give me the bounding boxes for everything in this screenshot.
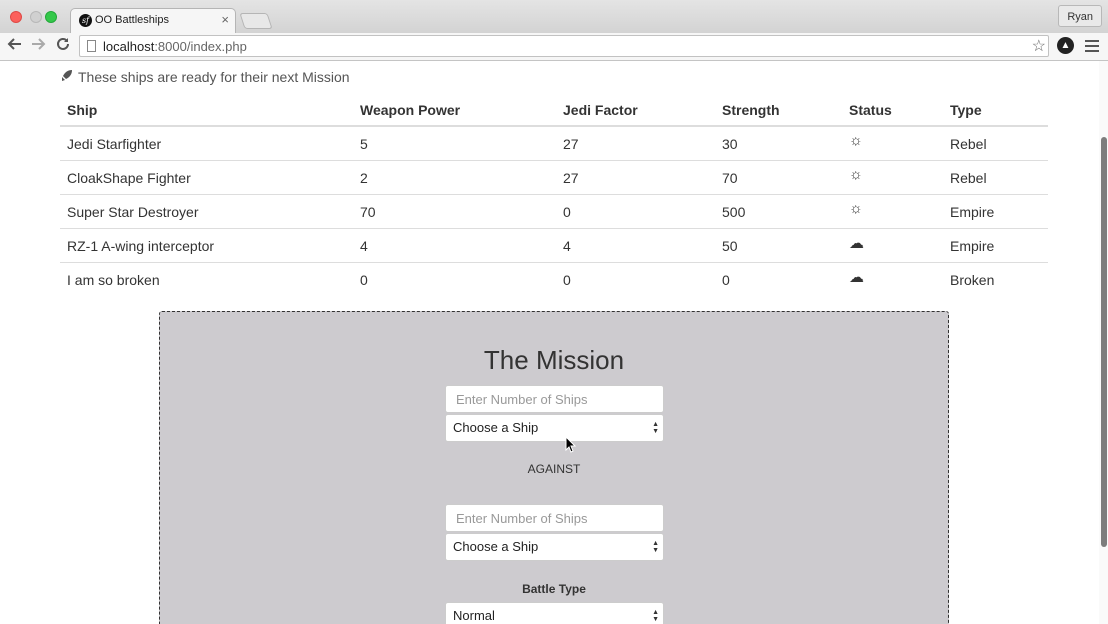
sun-icon: ☼ [849, 166, 863, 183]
header-weapon-power: Weapon Power [353, 94, 556, 127]
cell-type: Rebel [943, 160, 1048, 195]
scrollbar-thumb[interactable] [1101, 137, 1107, 547]
reload-icon[interactable] [53, 36, 73, 56]
sun-icon: ☼ [849, 200, 863, 217]
extension-flame-icon[interactable]: ▲ [1057, 37, 1074, 54]
ready-message: These ships are ready for their next Mis… [60, 69, 350, 85]
zoom-window-button[interactable] [45, 11, 57, 23]
url-text: localhost:8000/index.php [103, 39, 247, 54]
forward-arrow-icon[interactable] [28, 36, 48, 56]
battle-type-select[interactable]: Normal ▲ ▼ [445, 602, 664, 624]
ship1-quantity-input[interactable] [445, 385, 664, 413]
ships-table: Ship Weapon Power Jedi Factor Strength S… [60, 94, 1048, 296]
sun-icon: ☼ [849, 132, 863, 149]
ship1-select[interactable]: Choose a Ship ▲ ▼ [445, 414, 664, 442]
header-type: Type [943, 94, 1048, 127]
close-window-button[interactable] [10, 11, 22, 23]
select-arrows-icon: ▲ ▼ [652, 421, 659, 435]
cell-jedi-factor: 27 [556, 126, 715, 161]
mission-title: The Mission [483, 345, 625, 375]
cell-type: Rebel [943, 126, 1048, 161]
cloud-icon: ☁ [849, 268, 864, 286]
cell-strength: 50 [715, 228, 842, 263]
ship2-select[interactable]: Choose a Ship ▲ ▼ [445, 533, 664, 561]
profile-button[interactable]: Ryan [1058, 5, 1102, 27]
cell-ship: I am so broken [67, 271, 160, 288]
cell-weapon-power: 0 [360, 271, 368, 288]
cell-weapon-power: 5 [353, 126, 556, 161]
cell-status: ☁ [842, 263, 943, 297]
rocket-icon [60, 69, 73, 85]
table-row: Jedi Starfighter 5 27 30 ☼ Rebel [60, 126, 1048, 161]
cell-status: ☼ [842, 126, 943, 161]
cell-status: ☼ [842, 194, 943, 229]
ship2-quantity-input[interactable] [445, 504, 664, 532]
table-header-row: Ship Weapon Power Jedi Factor Strength S… [60, 94, 1048, 127]
battle-type-label: Battle Type [522, 582, 586, 596]
header-ship: Ship [60, 94, 353, 127]
menu-hamburger-icon[interactable] [1085, 37, 1099, 53]
against-label: AGAINST [527, 462, 581, 476]
address-bar[interactable]: localhost:8000/index.php ☆ [79, 35, 1049, 57]
cell-ship: RZ-1 A-wing interceptor [60, 228, 353, 263]
cell-ship: Jedi Starfighter [60, 126, 353, 161]
symfony-favicon-icon: sf [79, 14, 92, 27]
cell-jedi-factor: 0 [563, 271, 571, 288]
tab-close-icon[interactable]: × [221, 12, 229, 27]
cell-ship: CloakShape Fighter [60, 160, 353, 195]
header-jedi-factor: Jedi Factor [556, 94, 715, 127]
table-row: I am so broken 0 0 0 ☁ Broken [60, 263, 1048, 297]
page-icon [87, 40, 96, 52]
header-status: Status [842, 94, 943, 127]
cell-ship: Super Star Destroyer [60, 194, 353, 229]
browser-titlebar: sf OO Battleships × Ryan [0, 0, 1108, 33]
cell-weapon-power: 4 [353, 228, 556, 263]
cell-jedi-factor: 4 [556, 228, 715, 263]
cell-type: Broken [950, 271, 995, 288]
bookmark-star-icon[interactable]: ☆ [1032, 36, 1046, 56]
table-row: RZ-1 A-wing interceptor 4 4 50 ☁ Empire [60, 228, 1048, 263]
cell-type: Empire [943, 228, 1048, 263]
cell-strength: 0 [722, 271, 730, 288]
cell-strength: 70 [715, 160, 842, 195]
page-viewport: These ships are ready for their next Mis… [0, 61, 1108, 624]
minimize-window-button[interactable] [30, 11, 42, 23]
cell-status: ☁ [842, 228, 943, 263]
ship2-select-value: Choose a Ship [453, 539, 539, 554]
table-row: Super Star Destroyer 70 0 500 ☼ Empire [60, 194, 1048, 229]
cell-jedi-factor: 0 [556, 194, 715, 229]
cell-weapon-power: 70 [353, 194, 556, 229]
header-strength: Strength [715, 94, 842, 127]
cell-strength: 30 [715, 126, 842, 161]
page-scrollbar[interactable] [1099, 61, 1108, 624]
ready-text: These ships are ready for their next Mis… [78, 69, 350, 85]
battle-type-value: Normal [453, 608, 495, 623]
browser-tab[interactable]: sf OO Battleships × [70, 8, 236, 33]
ship1-select-value: Choose a Ship [453, 420, 539, 435]
cell-jedi-factor: 27 [556, 160, 715, 195]
browser-toolbar: localhost:8000/index.php ☆ ▲ [0, 33, 1108, 61]
cell-weapon-power: 2 [353, 160, 556, 195]
new-tab-button[interactable] [239, 13, 273, 29]
back-arrow-icon[interactable] [5, 36, 25, 56]
cell-strength: 500 [715, 194, 842, 229]
mission-panel: The Mission Choose a Ship ▲▼ AGAINST Cho… [159, 311, 949, 624]
select-arrows-icon: ▲ ▼ [652, 609, 659, 623]
select-arrows-icon: ▲ ▼ [652, 540, 659, 554]
cell-status: ☼ [842, 160, 943, 195]
cell-type: Empire [943, 194, 1048, 229]
cloud-icon: ☁ [849, 234, 864, 252]
tab-title: OO Battleships [95, 14, 169, 26]
table-row: CloakShape Fighter 2 27 70 ☼ Rebel [60, 160, 1048, 195]
